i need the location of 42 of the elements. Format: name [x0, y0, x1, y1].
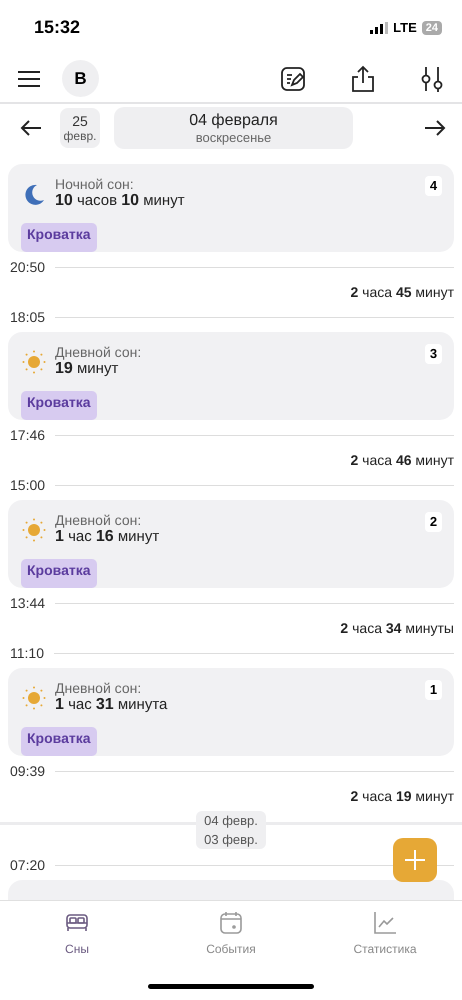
status-time: 15:32 [34, 17, 80, 38]
awake-duration: 2 часа 45 минут [350, 284, 454, 300]
sleep-type: Ночной сон: [55, 176, 135, 192]
sleep-number: 3 [425, 344, 442, 364]
battery-level: 24 [422, 20, 442, 34]
network-label: LTE [393, 20, 417, 35]
sleep-number: 4 [425, 176, 442, 196]
avatar[interactable]: B [62, 60, 99, 97]
time-label: 13:44 [10, 595, 46, 611]
sleep-card[interactable]: Дневной сон: 1 час 31 минута 1 Кроватка [8, 668, 454, 756]
place-tag: Кроватка [21, 727, 97, 756]
sleep-number: 1 [425, 680, 442, 700]
sleep-type: Дневной сон: [55, 512, 142, 528]
place-tag: Кроватка [21, 223, 97, 252]
sleep-card[interactable]: Дневной сон: 19 минут 3 Кроватка [8, 332, 454, 420]
sleep-card[interactable]: Дневной сон: 1 час 16 минут 2 Кроватка [8, 500, 454, 588]
sleep-duration: 19 минут [55, 360, 120, 378]
time-label: 07:20 [10, 857, 46, 873]
time-label: 11:10 [10, 645, 44, 661]
current-date-button[interactable]: 04 февраля воскресенье [114, 107, 353, 149]
sleep-duration: 10 часов 10 минут [55, 192, 186, 210]
sleep-number: 2 [425, 512, 442, 532]
time-label: 15:00 [10, 477, 46, 493]
sleep-duration: 1 час 31 минута [55, 696, 168, 714]
tab[interactable]: События [171, 909, 291, 984]
previous-date-button[interactable]: 25 февр. [60, 108, 100, 148]
day-divider-label: 04 февр. 03 февр. [196, 811, 266, 849]
time-label: 18:05 [10, 309, 46, 325]
tab[interactable]: Сны [17, 909, 137, 984]
place-tag: Кроватка [21, 391, 97, 420]
place-tag: Кроватка [21, 559, 97, 588]
tab[interactable]: Статистика [325, 909, 445, 984]
awake-duration: 2 часа 46 минут [350, 452, 454, 468]
sleep-type: Дневной сон: [55, 344, 142, 360]
awake-duration: 2 часа 34 минуты [340, 620, 454, 636]
time-label: 17:46 [10, 427, 46, 443]
time-label: 09:39 [10, 763, 46, 779]
sleep-duration: 1 час 16 минут [55, 528, 160, 546]
time-label: 20:50 [10, 259, 46, 275]
sleep-type: Дневной сон: [55, 680, 142, 696]
sleep-card[interactable]: Ночной сон: 10 часов 10 минут 4 Кроватка [8, 164, 454, 252]
awake-duration: 2 часа 19 минут [350, 788, 454, 804]
